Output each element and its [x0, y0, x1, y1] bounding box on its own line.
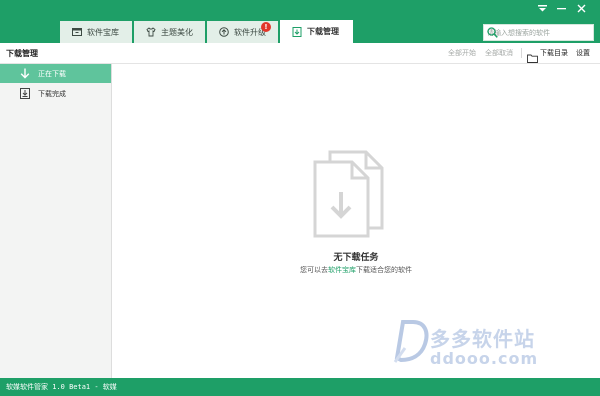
tab-label: 下载管理 [307, 27, 339, 36]
title-bar: 软件宝库 主题美化 软件升级 ! 下载管理 请输入想搜索的软件 [0, 0, 600, 43]
search-box[interactable]: 请输入想搜索的软件 [483, 24, 594, 41]
sidebar-item-label: 正在下载 [38, 70, 66, 78]
tab-software-store[interactable]: 软件宝库 [60, 21, 132, 43]
store-icon [72, 27, 82, 37]
watermark-url: ddooo.com [430, 349, 539, 368]
tshirt-icon [146, 27, 156, 37]
sidebar-item-downloading[interactable]: 正在下载 [0, 64, 111, 83]
empty-state-prefix: 您可以去 [300, 266, 328, 274]
menu-dropdown-icon[interactable] [535, 2, 549, 15]
folder-icon[interactable] [527, 48, 538, 67]
empty-state-title: 无下载任务 [333, 253, 379, 263]
watermark-brand: 多多软件站 [430, 327, 535, 351]
completed-icon [20, 88, 30, 101]
status-text: 软媒软件管家 1.0 Beta1 - 软媒 [6, 383, 117, 391]
watermark-logo [393, 320, 429, 363]
toolbar: 下载管理 全部开始 全部取消 下载目录 设置 [0, 43, 600, 64]
status-bar: 软媒软件管家 1.0 Beta1 - 软媒 [0, 378, 600, 396]
sidebar-item-completed[interactable]: 下载完成 [0, 84, 111, 103]
tab-download-manager[interactable]: 下载管理 [280, 20, 353, 43]
empty-state-suffix: 下载适合您的软件 [356, 266, 412, 274]
search-icon[interactable] [487, 27, 590, 40]
update-badge: ! [261, 22, 271, 32]
empty-download-illustration [313, 150, 384, 238]
settings-button[interactable]: 设置 [576, 48, 590, 58]
toolbar-divider [521, 48, 522, 58]
download-box-icon [292, 26, 302, 37]
software-store-link[interactable]: 软件宝库 [328, 266, 356, 274]
sidebar-item-label: 下载完成 [38, 90, 66, 98]
tab-label: 主题美化 [161, 27, 193, 37]
cancel-all-button[interactable]: 全部取消 [485, 48, 513, 58]
tab-theme[interactable]: 主题美化 [134, 21, 205, 43]
upgrade-icon [219, 27, 229, 37]
minimize-icon[interactable] [554, 2, 568, 15]
empty-state-message: 您可以去软件宝库下载适合您的软件 [0, 265, 600, 275]
start-all-button[interactable]: 全部开始 [448, 48, 476, 58]
download-folder-button[interactable]: 下载目录 [540, 48, 568, 58]
arrow-down-icon [20, 68, 30, 81]
tab-label: 软件宝库 [87, 27, 119, 37]
page-title: 下载管理 [6, 49, 38, 58]
close-icon[interactable] [574, 2, 588, 15]
sidebar: 正在下载 下载完成 [0, 64, 112, 378]
